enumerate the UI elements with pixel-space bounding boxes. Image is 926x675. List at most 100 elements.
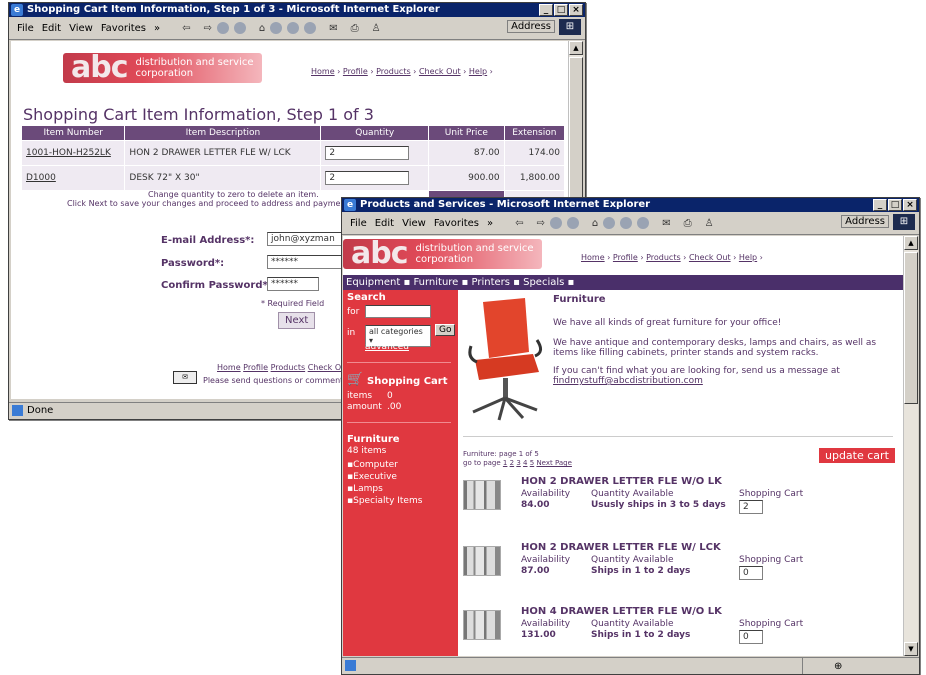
stop-icon[interactable] (216, 22, 229, 34)
nav-help[interactable]: Help (469, 67, 487, 76)
mail-icon[interactable]: ✉ (662, 218, 670, 229)
subcategory-lamps[interactable]: ▪Lamps (347, 483, 422, 495)
page-link-4[interactable]: 4 (523, 459, 527, 467)
close-button[interactable]: × (903, 199, 917, 211)
scroll-thumb[interactable] (904, 252, 918, 404)
product-name[interactable]: HON 2 DRAWER LETTER FLE W/O LK (521, 476, 722, 487)
nav-products[interactable]: Products (376, 67, 411, 76)
advanced-search-link[interactable]: advanced (365, 342, 409, 352)
scroll-up-arrow-icon[interactable]: ▲ (569, 41, 583, 55)
stop-icon[interactable] (549, 217, 562, 229)
home-icon[interactable]: ⌂ (592, 218, 598, 229)
shopping-cart-icon[interactable]: 🛒 (347, 372, 363, 387)
menu-file[interactable]: File (350, 218, 367, 229)
address-label[interactable]: Address (841, 215, 889, 228)
search-go-button[interactable]: Go (435, 324, 456, 336)
front-vertical-scrollbar[interactable]: ▲ ▼ (903, 236, 918, 656)
refresh-icon[interactable] (566, 217, 579, 229)
favorites-icon[interactable] (287, 22, 300, 34)
history-icon[interactable] (304, 22, 317, 34)
maximize-button[interactable]: □ (554, 4, 568, 16)
update-cart-button[interactable]: update cart (819, 448, 895, 463)
file-cabinet-thumbnail[interactable] (463, 546, 501, 576)
file-cabinet-thumbnail[interactable] (463, 610, 501, 640)
email-envelope-icon[interactable]: ✉ (173, 371, 197, 384)
item-number-link[interactable]: 1001-HON-H252LK (26, 148, 111, 158)
next-page-link[interactable]: Next Page (536, 459, 571, 467)
product-name[interactable]: HON 2 DRAWER LETTER FLE W/ LCK (521, 542, 721, 553)
abc-logo[interactable]: abc distribution and service corporation (343, 239, 542, 269)
back-title-bar[interactable]: e Shopping Cart Item Information, Step 1… (9, 3, 585, 17)
list-item: HON 2 DRAWER LETTER FLE W/ LCK Availabil… (463, 542, 893, 592)
favorites-icon[interactable] (620, 217, 633, 229)
subcategory-executive[interactable]: ▪Executive (347, 471, 422, 483)
footer-check-out[interactable]: Check O (308, 363, 341, 372)
subcategory-specialty-items[interactable]: ▪Specialty Items (347, 495, 422, 507)
menu-edit[interactable]: Edit (42, 23, 61, 34)
address-label[interactable]: Address (507, 20, 555, 33)
maximize-button[interactable]: □ (888, 199, 902, 211)
nav-profile[interactable]: Profile (343, 67, 368, 76)
page-link-3[interactable]: 3 (516, 459, 520, 467)
footer-profile[interactable]: Profile (243, 363, 268, 372)
footer-products[interactable]: Products (271, 363, 306, 372)
nav-home[interactable]: Home (311, 67, 335, 76)
search-input[interactable] (365, 305, 431, 318)
mail-icon[interactable]: ✉ (329, 23, 337, 34)
menu-view[interactable]: View (69, 23, 93, 34)
menu-favorites[interactable]: Favorites (101, 23, 146, 34)
messenger-icon[interactable]: ♙ (705, 218, 714, 229)
cart-quantity-input[interactable]: 2 (739, 500, 763, 514)
menu-view[interactable]: View (402, 218, 426, 229)
subcategory-computer[interactable]: ▪Computer (347, 459, 422, 471)
forward-arrow-icon[interactable]: ⇨ (537, 218, 545, 229)
product-name[interactable]: HON 4 DRAWER LETTER FLE W/O LK (521, 606, 722, 617)
menu-edit[interactable]: Edit (375, 218, 394, 229)
search-icon[interactable] (603, 217, 616, 229)
menu-file[interactable]: File (17, 23, 34, 34)
close-button[interactable]: × (569, 4, 583, 16)
print-icon[interactable]: ⎙ (351, 23, 359, 34)
nav-check-out[interactable]: Check Out (689, 253, 731, 262)
minimize-button[interactable]: _ (873, 199, 887, 211)
cart-quantity-input[interactable]: 0 (739, 566, 763, 580)
category-furniture[interactable]: Furniture (413, 277, 458, 288)
category-equipment[interactable]: Equipment (346, 277, 400, 288)
forward-arrow-icon[interactable]: ⇨ (204, 23, 212, 34)
menu-more-chevron[interactable]: » (487, 218, 493, 229)
home-icon[interactable]: ⌂ (259, 23, 265, 34)
scroll-up-arrow-icon[interactable]: ▲ (904, 236, 918, 250)
back-arrow-icon[interactable]: ⇦ (182, 23, 190, 34)
front-title-bar[interactable]: e Products and Services - Microsoft Inte… (342, 198, 919, 212)
page-link-5[interactable]: 5 (530, 459, 534, 467)
category-printers[interactable]: Printers (471, 277, 509, 288)
refresh-icon[interactable] (233, 22, 246, 34)
abc-logo[interactable]: abc distribution and service corporation (63, 53, 262, 83)
back-arrow-icon[interactable]: ⇦ (515, 218, 523, 229)
nav-help[interactable]: Help (739, 253, 757, 262)
minimize-button[interactable]: _ (539, 4, 553, 16)
page-link-1[interactable]: 1 (503, 459, 507, 467)
nav-home[interactable]: Home (581, 253, 605, 262)
category-specials[interactable]: Specials (523, 277, 564, 288)
next-button[interactable]: Next (278, 312, 316, 329)
quantity-input[interactable]: 2 (325, 171, 410, 185)
item-number-link[interactable]: D1000 (26, 173, 56, 183)
nav-check-out[interactable]: Check Out (419, 67, 461, 76)
nav-profile[interactable]: Profile (613, 253, 638, 262)
cart-quantity-input[interactable]: 0 (739, 630, 763, 644)
file-cabinet-thumbnail[interactable] (463, 480, 501, 510)
confirm-password-field[interactable]: ****** (267, 277, 319, 291)
print-icon[interactable]: ⎙ (684, 218, 692, 229)
nav-products[interactable]: Products (646, 253, 681, 262)
menu-more-chevron[interactable]: » (154, 23, 160, 34)
footer-home[interactable]: Home (217, 363, 241, 372)
page-link-2[interactable]: 2 (510, 459, 514, 467)
search-icon[interactable] (270, 22, 283, 34)
quantity-input[interactable]: 2 (325, 146, 410, 160)
menu-favorites[interactable]: Favorites (434, 218, 479, 229)
scroll-down-arrow-icon[interactable]: ▼ (904, 642, 918, 656)
history-icon[interactable] (637, 217, 650, 229)
messenger-icon[interactable]: ♙ (372, 23, 381, 34)
contact-email-link[interactable]: findmystuff@abcdistribution.com (553, 376, 703, 386)
